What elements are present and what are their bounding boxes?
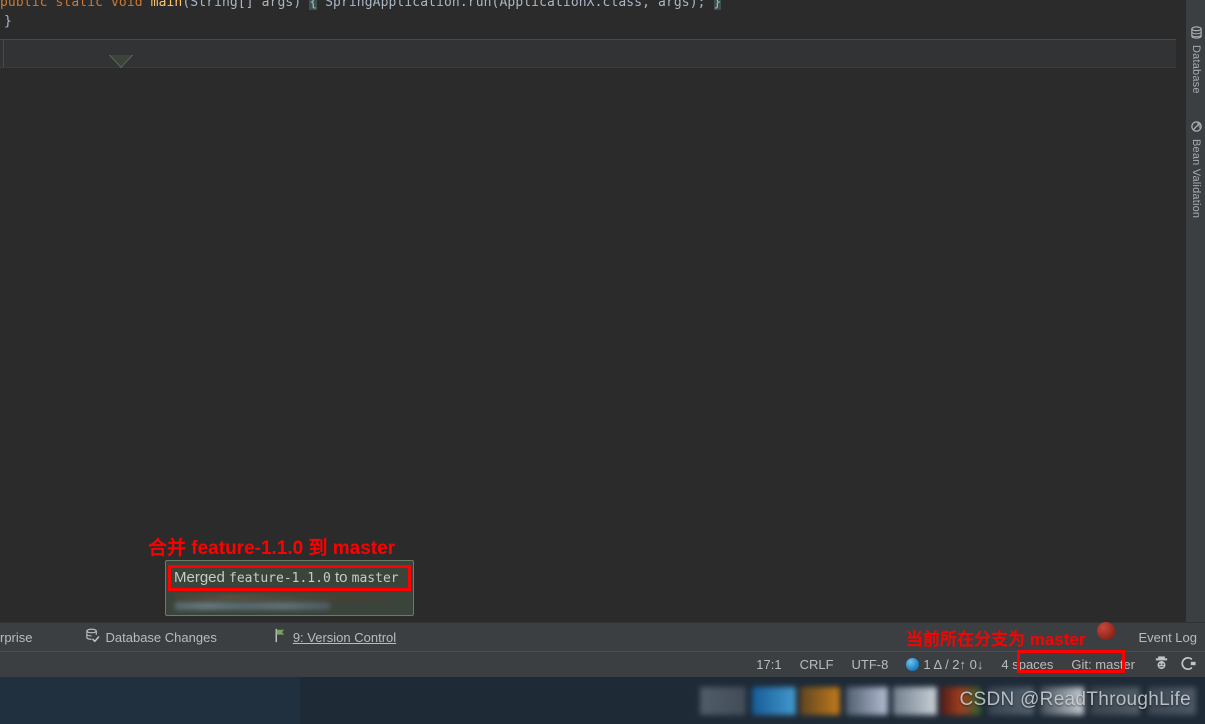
database-changes-icon <box>85 628 100 646</box>
annotation-box-git-branch <box>1017 650 1125 673</box>
status-caret-position[interactable]: 17:1 <box>747 657 790 672</box>
database-icon <box>1190 26 1203 42</box>
ide-window: public static void main(String[] args) {… <box>0 0 1205 724</box>
toolwindow-item-event-log[interactable]: Event Log <box>1138 623 1197 652</box>
toolwindow-item-event-log-label: Event Log <box>1138 630 1197 645</box>
version-control-icon <box>273 628 287 646</box>
os-taskbar: CSDN @ReadThroughLife <box>0 677 1205 724</box>
taskbar-left-panel <box>0 677 300 724</box>
toolwindow-item-database-changes-label: Database Changes <box>105 629 217 645</box>
inspection-circle-icon <box>906 658 920 671</box>
status-inspection-counts: 1 Δ / 2↑ 0↓ <box>923 657 984 672</box>
method-params: (String[] args) <box>182 0 302 10</box>
brace-close: } <box>713 0 722 10</box>
taskbar-icon-blur[interactable] <box>800 687 840 715</box>
annotation-box-merge-message <box>168 565 411 591</box>
toolwindow-item-enterprise[interactable]: rprise <box>0 623 43 652</box>
toolwindow-item-enterprise-label: rprise <box>0 629 33 645</box>
editor-lower-panel <box>0 40 1185 67</box>
right-tool-strip: Database Bean Validation <box>1185 0 1205 622</box>
code-line-main-method: public static void main(String[] args) {… <box>0 0 1185 11</box>
annotation-red-dot <box>1097 622 1115 640</box>
status-inspection[interactable]: 1 Δ / 2↑ 0↓ <box>897 657 992 672</box>
bean-validation-icon <box>1190 120 1203 136</box>
popup-arrow <box>110 55 132 67</box>
annotation-merge-note: 合并 feature-1.1.0 到 master <box>148 538 396 559</box>
toolwindow-item-version-control[interactable]: 9: Version Control <box>263 623 406 652</box>
taskbar-icon-blur[interactable] <box>893 687 937 715</box>
power-save-icon[interactable] <box>1180 655 1197 675</box>
brace-open: { <box>309 0 318 10</box>
vtab-bean-validation[interactable]: Bean Validation <box>1186 120 1205 218</box>
watermark: CSDN @ReadThroughLife <box>959 689 1191 710</box>
status-line-separator[interactable]: CRLF <box>791 657 843 672</box>
annotation-branch-note: 当前所在分支为 master <box>906 630 1086 649</box>
hector-inspector-icon[interactable] <box>1153 655 1170 675</box>
editor-scrollbar[interactable] <box>1176 0 1185 622</box>
method-name-main: main <box>150 0 183 10</box>
merge-notification-blurred-line-1 <box>175 594 395 601</box>
toolwindow-item-version-control-label: 9: Version Control <box>292 629 397 645</box>
vtab-bean-validation-label: Bean Validation <box>1190 139 1202 219</box>
taskbar-icon-blur[interactable] <box>752 687 796 715</box>
toolwindow-item-database-changes[interactable]: Database Changes <box>75 623 227 652</box>
merge-notification-blurred-line-2 <box>175 602 330 610</box>
editor-gutter-line <box>3 40 4 68</box>
vtab-database[interactable]: Database <box>1186 26 1205 94</box>
vtab-database-label: Database <box>1190 45 1202 94</box>
method-body: SpringApplication.run(ApplicationX.class… <box>325 0 706 10</box>
status-encoding[interactable]: UTF-8 <box>843 657 898 672</box>
editor-divider-secondary <box>0 67 1185 68</box>
keyword-public: public <box>0 0 48 10</box>
code-line-class-closing-brace: } <box>4 14 12 29</box>
code-editor[interactable]: public static void main(String[] args) {… <box>0 0 1205 622</box>
status-bar-icons <box>1149 655 1205 675</box>
keyword-void: void <box>111 0 143 10</box>
keyword-static: static <box>55 0 104 10</box>
taskbar-icon-blur[interactable] <box>700 687 746 715</box>
taskbar-icon-blur[interactable] <box>846 687 888 715</box>
